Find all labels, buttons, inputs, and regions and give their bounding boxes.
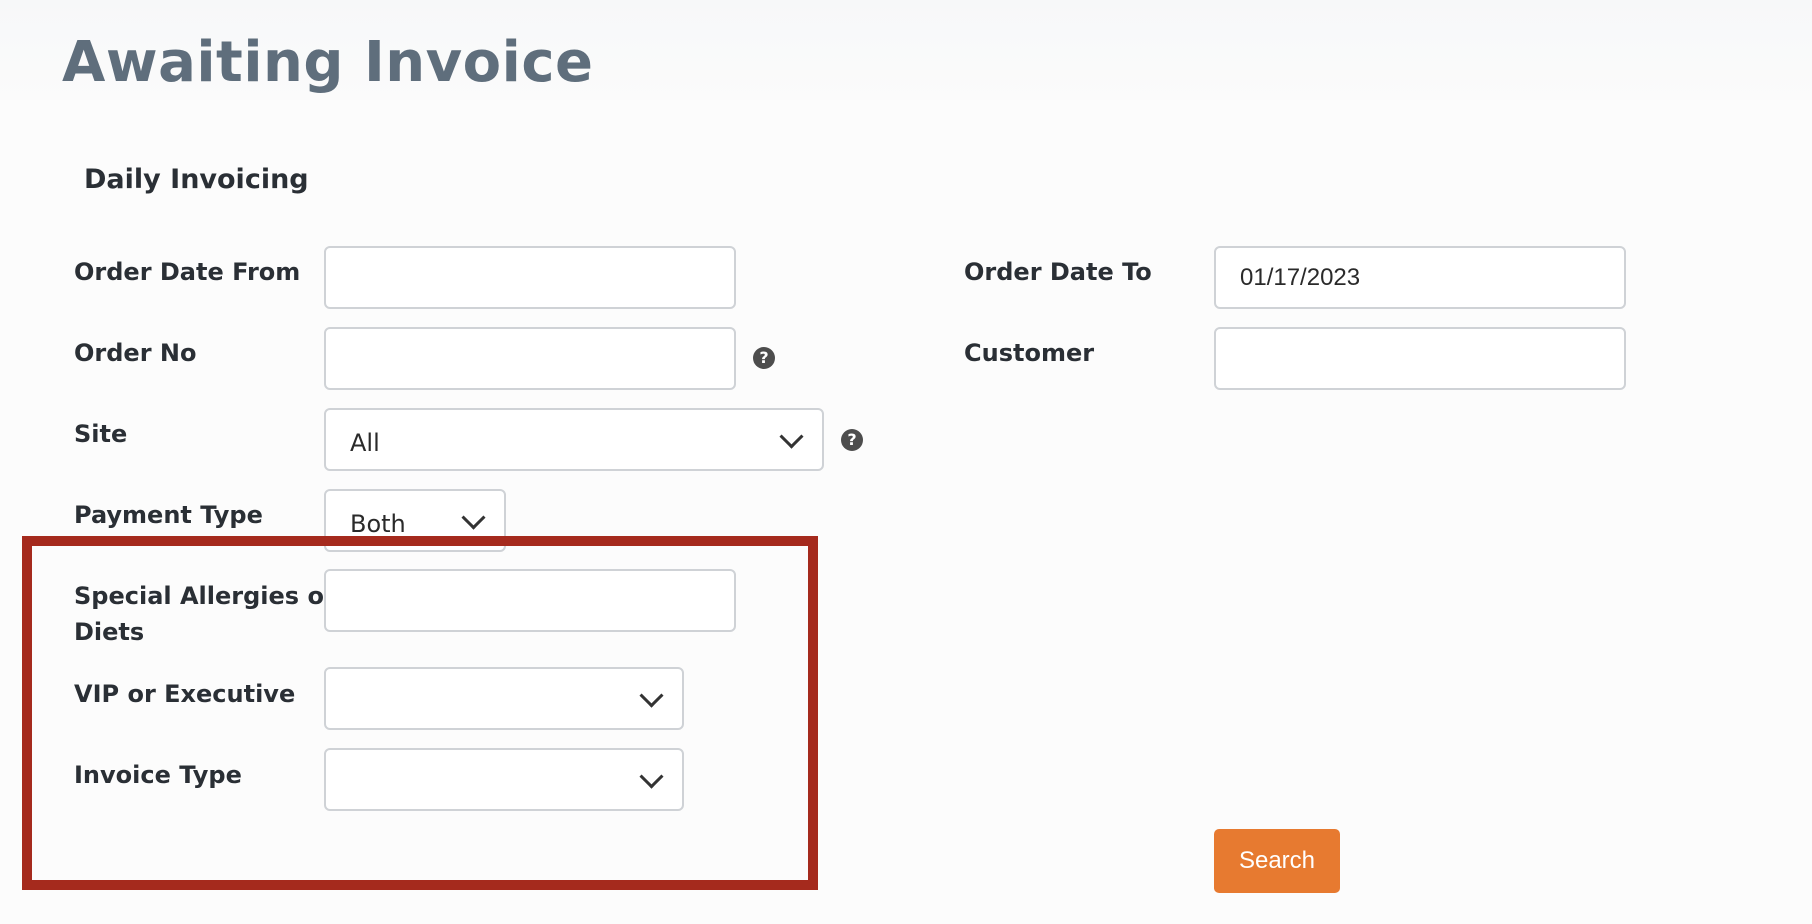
order-no-help-icon[interactable]: ?	[753, 347, 775, 369]
site-select[interactable]: All	[324, 408, 824, 471]
order-date-from-label: Order Date From	[74, 258, 301, 286]
site-help-icon[interactable]: ?	[841, 429, 863, 451]
order-date-to-value: 01/17/2023	[1240, 263, 1361, 291]
order-date-to-label: Order Date To	[964, 258, 1152, 286]
customer-input[interactable]	[1214, 327, 1626, 390]
site-selected-value: All	[350, 428, 380, 457]
chevron-down-icon	[461, 505, 486, 530]
search-button[interactable]: Search	[1214, 829, 1340, 893]
payment-type-label: Payment Type	[74, 501, 263, 529]
section-title: Daily Invoicing	[84, 164, 309, 195]
chevron-down-icon	[779, 424, 804, 449]
page-header: Awaiting Invoice	[0, 0, 1812, 100]
payment-type-selected-value: Both	[350, 509, 406, 538]
customer-label: Customer	[964, 339, 1095, 367]
site-label: Site	[74, 420, 128, 448]
order-date-to-input[interactable]: 01/17/2023	[1214, 246, 1626, 309]
highlight-annotation-box	[22, 536, 818, 890]
order-date-from-input[interactable]	[324, 246, 736, 309]
page-title: Awaiting Invoice	[62, 30, 594, 95]
order-no-input[interactable]	[324, 327, 736, 390]
order-no-label: Order No	[74, 339, 197, 367]
